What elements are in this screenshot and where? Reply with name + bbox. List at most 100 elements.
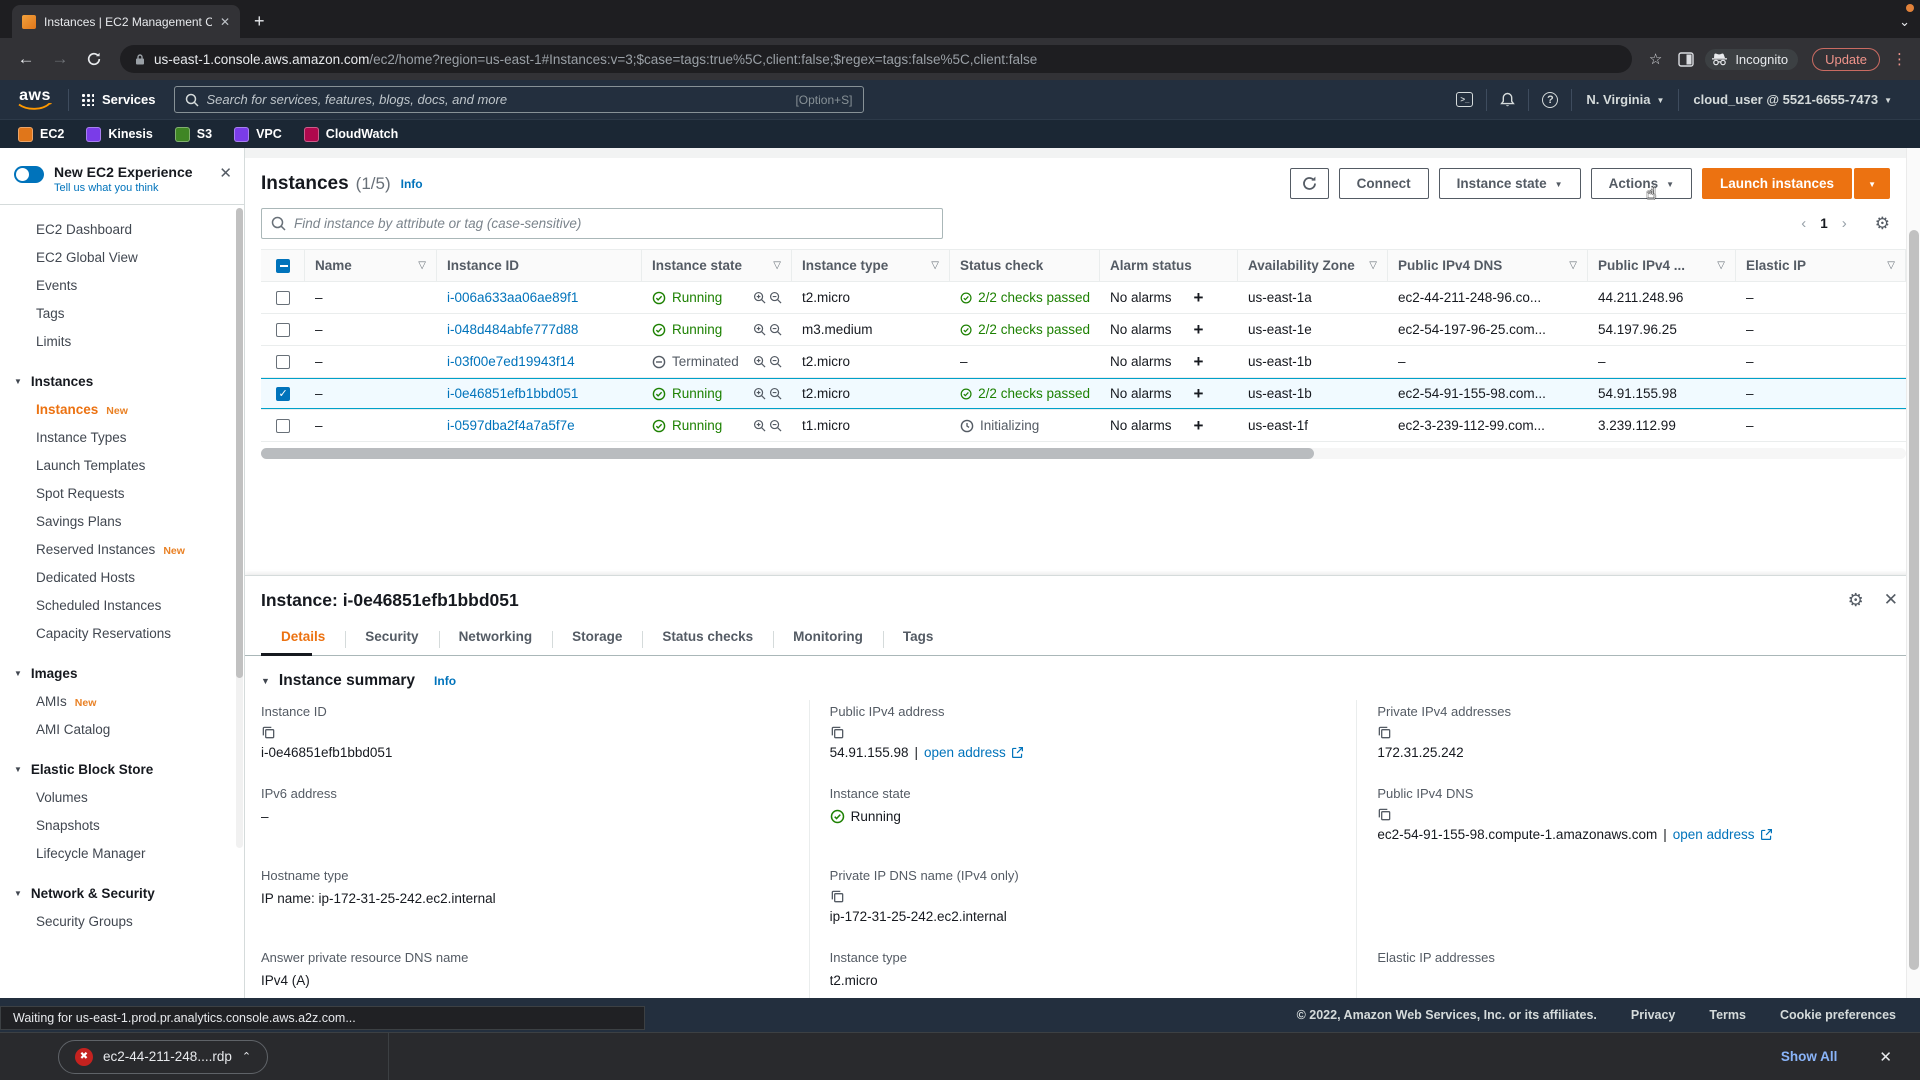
sidebar-item-savings-plans[interactable]: Savings Plans [0, 507, 244, 535]
experience-toggle[interactable] [14, 166, 44, 183]
add-alarm-button[interactable]: + [1194, 416, 1204, 436]
sidebar-item-instances[interactable]: InstancesNew [0, 395, 244, 423]
main-vertical-scrollbar[interactable] [1906, 148, 1920, 998]
sidebar-section-network-security[interactable]: ▼ Network & Security [0, 879, 244, 907]
sidebar-item-amis[interactable]: AMIsNew [0, 687, 244, 715]
col-public-ipv4[interactable]: Public IPv4 ...▽ [1588, 250, 1736, 281]
favorite-vpc[interactable]: VPC [234, 127, 282, 142]
help-icon[interactable]: ? [1542, 92, 1558, 108]
instance-id-link[interactable]: i-048d484abfe777d88 [447, 322, 578, 337]
copy-icon[interactable] [1377, 807, 1392, 822]
col-instance-id[interactable]: Instance ID [437, 250, 642, 281]
connect-button[interactable]: Connect [1339, 168, 1429, 199]
sidebar-scrollbar[interactable] [236, 208, 243, 848]
zoom-in-icon[interactable] [753, 419, 766, 432]
page-number[interactable]: 1 [1820, 216, 1828, 231]
instance-id-link[interactable]: i-006a633aa06ae89f1 [447, 290, 578, 305]
side-panel-icon[interactable] [1678, 52, 1694, 67]
global-search[interactable]: [Option+S] [174, 86, 864, 113]
notifications-bell-icon[interactable] [1500, 92, 1515, 108]
tab-details[interactable]: Details [261, 629, 345, 655]
instance-id-link[interactable]: i-0597dba2f4a7a5f7e [447, 418, 575, 433]
account-menu[interactable]: cloud_user @ 5521-6655-7473 ▼ [1693, 92, 1892, 107]
download-item[interactable]: ✖ ec2-44-211-248....rdp ⌃ [58, 1040, 268, 1074]
forward-button[interactable]: → [46, 45, 74, 73]
tab-status-checks[interactable]: Status checks [642, 629, 773, 655]
col-public-ipv4-dns[interactable]: Public IPv4 DNS▽ [1388, 250, 1588, 281]
refresh-button[interactable] [1290, 168, 1329, 199]
copy-icon[interactable] [830, 889, 845, 904]
sidebar-item-dedicated-hosts[interactable]: Dedicated Hosts [0, 563, 244, 591]
open-address-link[interactable]: open address [924, 745, 1024, 760]
copy-icon[interactable] [1377, 725, 1392, 740]
table-horizontal-scrollbar[interactable] [261, 448, 1906, 459]
add-alarm-button[interactable]: + [1194, 384, 1204, 404]
prev-page-icon[interactable]: ‹ [1801, 215, 1806, 232]
sidebar-item-scheduled-instances[interactable]: Scheduled Instances [0, 591, 244, 619]
sidebar-item-instance-types[interactable]: Instance Types [0, 423, 244, 451]
sidebar-item-limits[interactable]: Limits [0, 327, 244, 355]
zoom-out-icon[interactable] [769, 355, 782, 368]
favorite-ec2[interactable]: EC2 [18, 127, 64, 142]
instance-summary-header[interactable]: ▼ Instance summary Info [245, 656, 1920, 700]
tab-storage[interactable]: Storage [552, 629, 642, 655]
new-tab-button[interactable]: + [254, 11, 265, 32]
bookmark-star-icon[interactable]: ☆ [1649, 50, 1662, 68]
sidebar-section-instances[interactable]: ▼ Instances [0, 367, 244, 395]
sidebar-item-snapshots[interactable]: Snapshots [0, 811, 244, 839]
sidebar-section-images[interactable]: ▼ Images [0, 659, 244, 687]
col-availability-zone[interactable]: Availability Zone▽ [1238, 250, 1388, 281]
back-button[interactable]: ← [12, 45, 40, 73]
sidebar-item-lifecycle-manager[interactable]: Lifecycle Manager [0, 839, 244, 867]
table-settings-gear-icon[interactable]: ⚙ [1875, 214, 1890, 234]
col-name[interactable]: Name▽ [305, 250, 437, 281]
sidebar-item-ec2-global-view[interactable]: EC2 Global View [0, 243, 244, 271]
tab-close-icon[interactable]: ✕ [220, 15, 230, 29]
show-all-downloads-link[interactable]: Show All [1781, 1049, 1838, 1064]
table-row[interactable]: – i-03f00e7ed19943f14 Terminated t2.micr… [261, 346, 1906, 378]
browser-tab[interactable]: Instances | EC2 Management C ✕ [12, 5, 240, 38]
zoom-out-icon[interactable] [769, 419, 782, 432]
zoom-in-icon[interactable] [753, 387, 766, 400]
instance-filter-input[interactable] [294, 216, 933, 231]
services-menu[interactable]: Services [81, 92, 156, 107]
zoom-in-icon[interactable] [753, 323, 766, 336]
col-elastic-ip[interactable]: Elastic IP▽ [1736, 250, 1906, 281]
sidebar-item-reserved-instances[interactable]: Reserved InstancesNew [0, 535, 244, 563]
filter-icon[interactable]: ▽ [773, 260, 781, 271]
zoom-in-icon[interactable] [753, 291, 766, 304]
actions-button[interactable]: Actions ▼ [1591, 168, 1692, 199]
zoom-out-icon[interactable] [769, 387, 782, 400]
cloudshell-icon[interactable]: >_ [1456, 92, 1473, 107]
favorite-cloudwatch[interactable]: CloudWatch [304, 127, 398, 142]
sidebar-item-spot-requests[interactable]: Spot Requests [0, 479, 244, 507]
favorite-kinesis[interactable]: Kinesis [86, 127, 152, 142]
panel-close-icon[interactable]: ✕ [1884, 590, 1898, 611]
filter-icon[interactable]: ▽ [418, 260, 426, 271]
chevron-up-icon[interactable]: ⌃ [242, 1050, 251, 1063]
sidebar-item-ami-catalog[interactable]: AMI Catalog [0, 715, 244, 743]
favorite-s3[interactable]: S3 [175, 127, 212, 142]
add-alarm-button[interactable]: + [1194, 288, 1204, 308]
filter-icon[interactable]: ▽ [1887, 260, 1895, 271]
cookie-preferences-link[interactable]: Cookie preferences [1780, 1008, 1896, 1022]
table-row-selected[interactable]: – i-0e46851efb1bbd051 Running t2.micro 2… [261, 378, 1906, 410]
privacy-link[interactable]: Privacy [1631, 1008, 1675, 1022]
filter-icon[interactable]: ▽ [1369, 260, 1377, 271]
sidebar-item-volumes[interactable]: Volumes [0, 783, 244, 811]
row-checkbox[interactable] [276, 355, 290, 369]
tab-tags[interactable]: Tags [883, 629, 954, 655]
zoom-out-icon[interactable] [769, 323, 782, 336]
region-selector[interactable]: N. Virginia ▼ [1586, 92, 1664, 107]
launch-instances-button[interactable]: Launch instances [1702, 168, 1852, 199]
close-icon[interactable]: ✕ [219, 164, 232, 182]
zoom-out-icon[interactable] [769, 291, 782, 304]
row-checkbox[interactable] [276, 291, 290, 305]
col-instance-type[interactable]: Instance type▽ [792, 250, 950, 281]
info-link[interactable]: Info [434, 674, 456, 688]
row-checkbox[interactable] [276, 419, 290, 433]
reload-button[interactable] [80, 45, 108, 73]
filter-icon[interactable]: ▽ [1569, 260, 1577, 271]
col-instance-state[interactable]: Instance state▽ [642, 250, 792, 281]
sidebar-item-ec2-dashboard[interactable]: EC2 Dashboard [0, 215, 244, 243]
